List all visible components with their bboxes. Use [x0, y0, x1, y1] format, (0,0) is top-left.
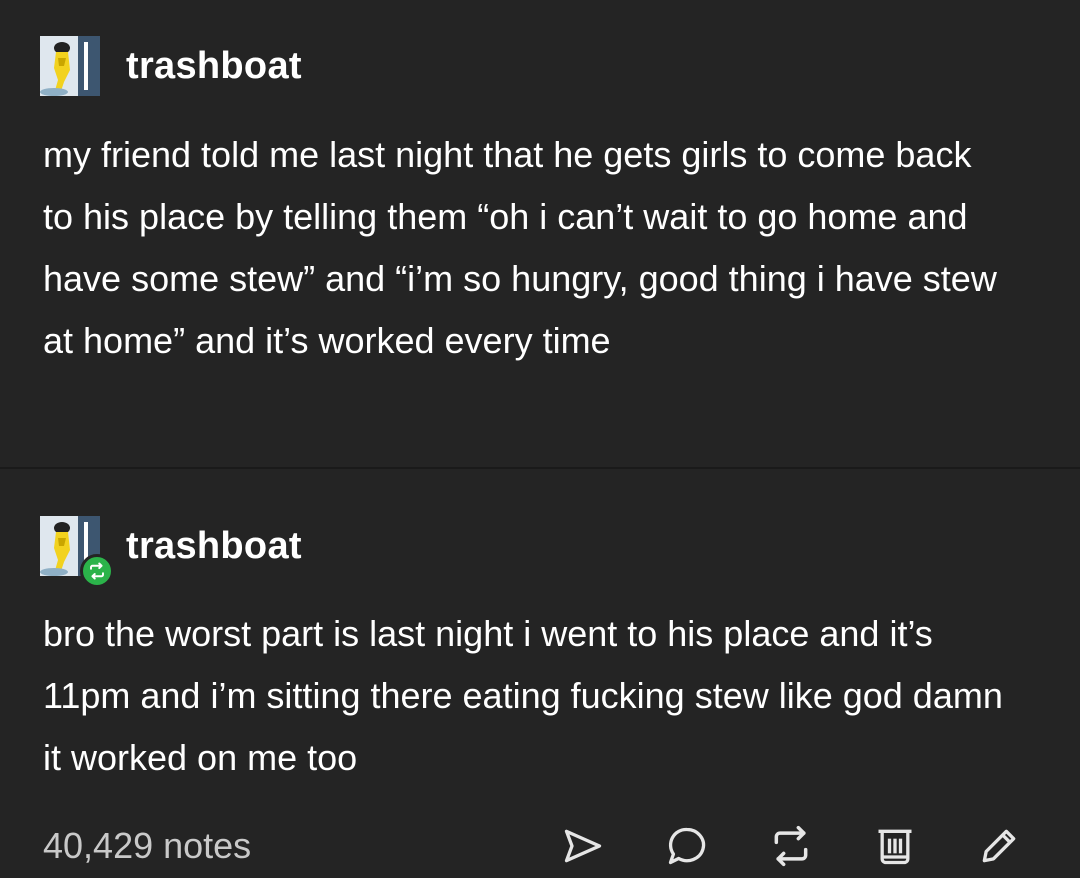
- post-text: bro the worst part is last night i went …: [43, 613, 1003, 778]
- post-header: trashboat: [40, 516, 302, 588]
- reblog-icon[interactable]: [767, 822, 815, 870]
- delete-icon[interactable]: [871, 822, 919, 870]
- avatar[interactable]: [40, 36, 100, 96]
- reply-icon[interactable]: [663, 822, 711, 870]
- notes-count[interactable]: 40,429 notes: [43, 825, 251, 867]
- reblog-badge-icon: [80, 554, 114, 588]
- username[interactable]: trashboat: [126, 45, 302, 88]
- original-post: trashboat my friend told me last night t…: [0, 0, 1080, 468]
- username[interactable]: trashboat: [126, 525, 302, 568]
- edit-icon[interactable]: [975, 822, 1023, 870]
- post-header: trashboat: [40, 36, 302, 96]
- tumblr-post-screenshot: trashboat my friend told me last night t…: [0, 0, 1080, 878]
- post-text: my friend told me last night that he get…: [43, 134, 997, 361]
- post-footer: 40,429 notes: [43, 816, 1023, 876]
- post-divider: [0, 467, 1080, 469]
- avatar[interactable]: [40, 516, 114, 588]
- share-icon[interactable]: [559, 822, 607, 870]
- action-bar: [559, 822, 1023, 870]
